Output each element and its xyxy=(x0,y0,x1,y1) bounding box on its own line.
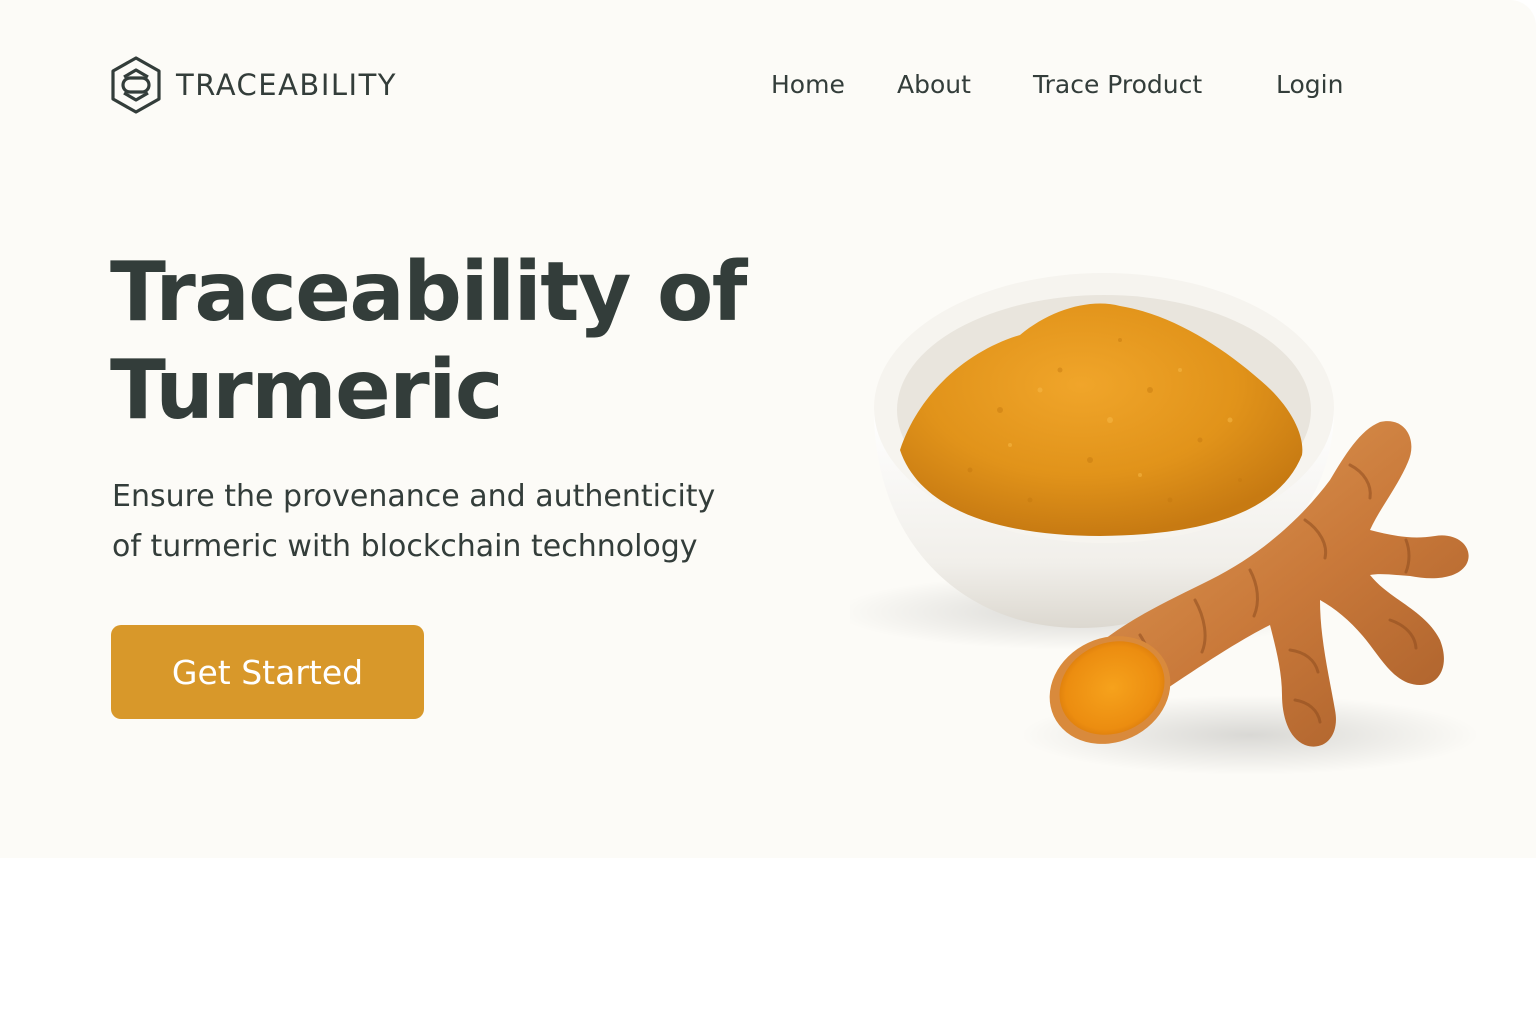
nav-about-link[interactable]: About xyxy=(897,66,971,104)
nav-home-link[interactable]: Home xyxy=(771,66,845,104)
hero-subtitle: Ensure the provenance and authenticity o… xyxy=(112,472,792,572)
turmeric-powder-and-root-image xyxy=(835,240,1510,800)
page: TRACEABILITY Home About Trace Product Lo… xyxy=(0,0,1536,1024)
main-navigation: Home About Trace Product Login xyxy=(0,66,1536,104)
nav-trace-product-link[interactable]: Trace Product xyxy=(1033,66,1202,104)
get-started-button[interactable]: Get Started xyxy=(111,625,424,719)
hero-section: TRACEABILITY Home About Trace Product Lo… xyxy=(0,0,1536,858)
hero-title: Traceability of Turmeric xyxy=(110,244,830,440)
hero-title-line-2: Turmeric xyxy=(110,343,503,438)
hero-subtitle-line-1: Ensure the provenance and authenticity xyxy=(112,479,716,514)
nav-login-link[interactable]: Login xyxy=(1276,66,1343,104)
hero-subtitle-line-2: of turmeric with blockchain technology xyxy=(112,529,698,564)
hero-title-line-1: Traceability of xyxy=(110,245,747,340)
